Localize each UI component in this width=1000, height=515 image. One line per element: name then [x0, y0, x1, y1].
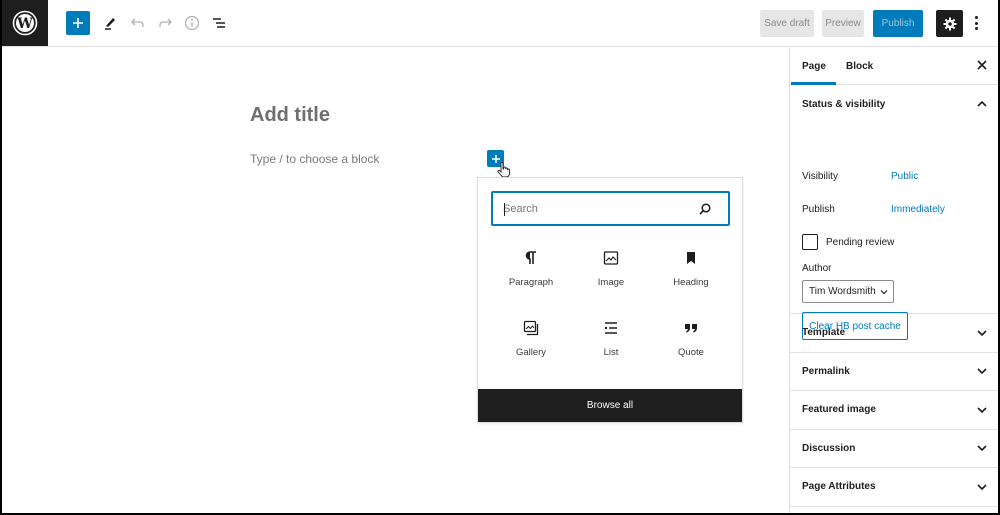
gear-icon — [943, 17, 956, 30]
title-input[interactable]: Add title — [250, 104, 330, 127]
panel-toggle-permalink[interactable]: Permalink — [790, 353, 998, 391]
chevron-down-icon — [880, 290, 888, 295]
publish-button[interactable]: Publish — [873, 10, 923, 37]
block-item-gallery[interactable]: Gallery — [491, 318, 571, 362]
publish-date-link[interactable]: Immediately — [891, 204, 945, 215]
pencil-icon — [105, 18, 115, 30]
plus-icon — [73, 18, 83, 28]
tab-page[interactable]: Page — [802, 47, 826, 85]
block-inserter-popover: Paragraph Image Heading Gallery List Quo… — [477, 177, 743, 423]
preview-button[interactable]: Preview — [822, 10, 864, 37]
gallery-icon — [523, 320, 539, 336]
top-toolbar: W Save draft Preview Publish — [2, 0, 998, 47]
save-draft-button[interactable]: Save draft — [760, 10, 814, 37]
paragraph-icon — [525, 251, 536, 264]
panel-toggle-discussion[interactable]: Discussion — [790, 430, 998, 468]
author-select[interactable]: Tim Wordsmith — [802, 280, 894, 303]
list-icon — [604, 322, 617, 334]
block-placeholder[interactable]: Type / to choose a block — [250, 152, 379, 166]
svg-text:W: W — [16, 16, 33, 32]
undo-button[interactable] — [126, 11, 150, 35]
block-item-paragraph[interactable]: Paragraph — [491, 248, 571, 292]
chevron-down-icon — [977, 407, 987, 413]
kebab-icon — [974, 16, 978, 19]
block-label: Gallery — [515, 347, 547, 358]
block-search-input[interactable] — [503, 202, 683, 215]
browse-all-button[interactable]: Browse all — [478, 389, 742, 422]
list-view-button[interactable] — [207, 11, 231, 35]
block-label: Quote — [678, 347, 704, 358]
block-search-field[interactable] — [491, 191, 730, 226]
publish-label: Publish — [802, 204, 835, 215]
visibility-row: Visibility Public — [802, 171, 918, 182]
block-label: Image — [597, 277, 625, 288]
add-block-button[interactable] — [66, 11, 90, 35]
pending-review-checkbox[interactable] — [802, 234, 818, 250]
quote-icon — [685, 324, 697, 333]
editor-window: W Save draft Preview Publish Add title T… — [0, 0, 1000, 515]
wordpress-logo-button[interactable]: W — [2, 0, 48, 46]
chevron-down-icon — [977, 445, 987, 452]
block-item-quote[interactable]: Quote — [651, 318, 731, 362]
bookmark-icon — [687, 252, 695, 264]
settings-sidebar: Page Block Status & visibility Visibilit… — [789, 47, 998, 513]
close-icon[interactable] — [976, 59, 988, 71]
more-options-button[interactable] — [970, 13, 982, 33]
panel-title: Featured image — [802, 404, 876, 416]
redo-button[interactable] — [153, 11, 177, 35]
tools-button[interactable] — [98, 11, 122, 35]
block-item-image[interactable]: Image — [571, 248, 651, 292]
panel-title: Discussion — [802, 442, 856, 454]
author-label: Author — [802, 263, 832, 274]
image-icon — [603, 251, 619, 265]
visibility-label: Visibility — [802, 171, 838, 182]
tab-block[interactable]: Block — [846, 47, 873, 85]
details-button[interactable] — [180, 11, 204, 35]
wordpress-logo-icon: W — [12, 10, 38, 36]
panel-toggle-status-visibility[interactable]: Status & visibility — [790, 85, 998, 123]
panel-toggle-page-attributes[interactable]: Page Attributes — [790, 468, 998, 507]
panel-title: Status & visibility — [802, 98, 886, 110]
panel-title: Permalink — [802, 365, 850, 377]
block-grid: Paragraph Image Heading Gallery List Quo… — [491, 248, 731, 362]
hand-pointer-icon — [497, 162, 510, 178]
status-visibility-panel: Status & visibility Visibility Public Pu… — [790, 85, 998, 340]
pending-review-label: Pending review — [826, 237, 895, 248]
block-label: Heading — [673, 277, 709, 288]
search-icon — [699, 203, 711, 215]
clear-cache-button[interactable]: Clear HB post cache — [802, 312, 908, 340]
visibility-value-link[interactable]: Public — [891, 171, 918, 182]
block-label: Paragraph — [508, 277, 554, 288]
panel-toggle-featured-image[interactable]: Featured image — [790, 391, 998, 430]
undo-icon — [131, 18, 144, 27]
chevron-down-icon — [977, 484, 987, 490]
block-label: List — [603, 347, 619, 358]
publish-row: Publish Immediately — [802, 204, 945, 215]
author-value: Tim Wordsmith — [809, 286, 876, 297]
block-item-heading[interactable]: Heading — [651, 248, 731, 292]
redo-icon — [159, 18, 172, 27]
chevron-down-icon — [977, 368, 987, 375]
text-caret — [504, 203, 505, 216]
block-item-list[interactable]: List — [571, 318, 651, 362]
panel-title: Page Attributes — [802, 481, 876, 493]
chevron-up-icon — [977, 100, 987, 107]
list-view-icon — [213, 18, 225, 28]
info-icon — [184, 15, 200, 31]
settings-button[interactable] — [936, 10, 963, 37]
sidebar-tabs: Page Block — [790, 47, 998, 85]
chevron-down-icon — [977, 330, 987, 336]
